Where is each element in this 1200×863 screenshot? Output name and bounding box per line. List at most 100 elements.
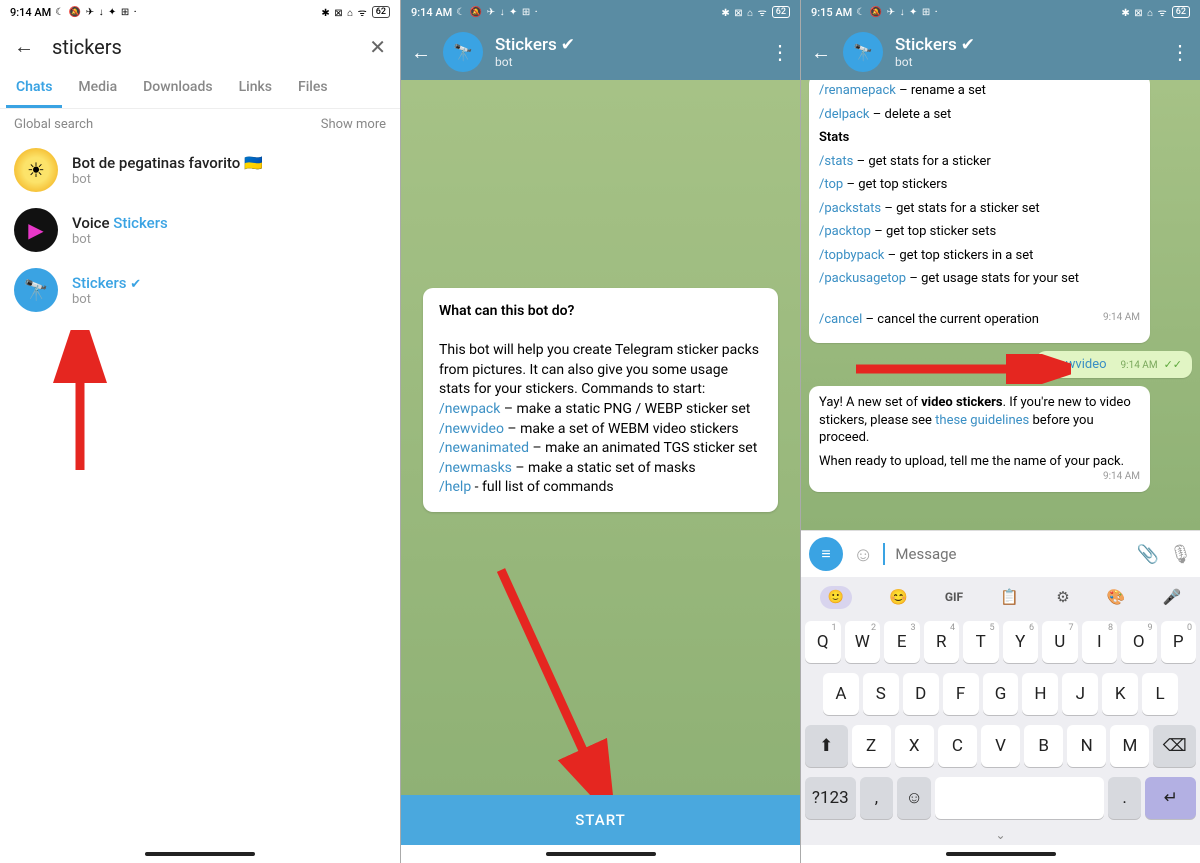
kbd-settings-icon[interactable]: ⚙ <box>1056 588 1069 606</box>
back-icon[interactable]: ← <box>811 40 831 65</box>
avatar: ▶ <box>14 208 58 252</box>
tab-files[interactable]: Files <box>288 69 338 108</box>
kbd-stickers-icon[interactable]: 🙂 <box>820 586 852 609</box>
keyboard: 🙂 😊 GIF 📋 ⚙ 🎨 🎤 Q1W2E3R4T5Y6U7I8O9P0 ASD… <box>801 577 1200 845</box>
key-enter[interactable]: ↵ <box>1145 777 1196 819</box>
tab-media[interactable]: Media <box>68 69 127 108</box>
key-s[interactable]: S <box>863 673 899 715</box>
key-g[interactable]: G <box>983 673 1019 715</box>
more-icon[interactable]: ⋮ <box>1170 40 1190 64</box>
guidelines-link[interactable]: these guidelines <box>935 413 1029 428</box>
key-b[interactable]: B <box>1024 725 1063 767</box>
cmd-link[interactable]: /renamepack <box>819 83 896 98</box>
nav-bar[interactable] <box>401 845 800 863</box>
start-button[interactable]: START <box>401 795 800 845</box>
key-w[interactable]: W2 <box>845 621 881 663</box>
key-n[interactable]: N <box>1067 725 1106 767</box>
menu-button[interactable]: ≡ <box>809 537 843 571</box>
search-result[interactable]: ▶ Voice Stickers bot <box>0 200 400 260</box>
status-icons-left: ☾ 🔕 ✈ ↓ ✦ ⊞ · <box>856 7 938 18</box>
key-e[interactable]: E3 <box>884 621 920 663</box>
cmd-link[interactable]: /packtop <box>819 224 871 239</box>
tab-links[interactable]: Links <box>229 69 282 108</box>
avatar[interactable]: 🔭 <box>843 32 883 72</box>
verified-icon: ✔ <box>130 277 141 292</box>
key-a[interactable]: A <box>823 673 859 715</box>
cmd-link[interactable]: /newpack <box>439 401 500 417</box>
key-y[interactable]: Y6 <box>1003 621 1039 663</box>
more-icon[interactable]: ⋮ <box>770 40 790 64</box>
result-name: Bot de pegatinas favorito 🇺🇦 <box>72 154 263 172</box>
back-icon[interactable]: ← <box>14 34 34 59</box>
avatar: 🔭 <box>14 268 58 312</box>
cmd-link[interactable]: /packstats <box>819 201 881 216</box>
message-incoming[interactable]: Yay! A new set of video stickers. If you… <box>809 386 1150 492</box>
key-p[interactable]: P0 <box>1161 621 1197 663</box>
clock: 9:15 AM <box>811 6 852 19</box>
message-outgoing[interactable]: /newvideo 9:14 AM ✓✓ <box>1036 351 1192 378</box>
key-c[interactable]: C <box>938 725 977 767</box>
kbd-gif-icon[interactable]: GIF <box>945 590 963 604</box>
nav-bar[interactable] <box>0 845 400 863</box>
key-q[interactable]: Q1 <box>805 621 841 663</box>
key-h[interactable]: H <box>1022 673 1058 715</box>
key-emoji[interactable]: ☺ <box>897 777 931 819</box>
cmd-link[interactable]: /packusagetop <box>819 271 906 286</box>
tab-downloads[interactable]: Downloads <box>133 69 222 108</box>
avatar[interactable]: 🔭 <box>443 32 483 72</box>
keyboard-collapse-icon[interactable]: ⌄ <box>801 825 1200 845</box>
key-u[interactable]: U7 <box>1042 621 1078 663</box>
key-space[interactable] <box>935 777 1104 819</box>
chat-body[interactable]: /renamepack – rename a set /delpack – de… <box>801 80 1200 530</box>
cmd-link[interactable]: /top <box>819 177 843 192</box>
cmd-link[interactable]: /delpack <box>819 107 870 122</box>
clear-icon[interactable]: ✕ <box>369 35 386 59</box>
key-comma[interactable]: , <box>860 777 894 819</box>
key-k[interactable]: K <box>1102 673 1138 715</box>
emoji-icon[interactable]: ☺ <box>853 542 873 567</box>
key-symbols[interactable]: ?123 <box>805 777 856 819</box>
key-shift[interactable]: ⬆ <box>805 725 848 767</box>
cmd-link[interactable]: /help <box>439 479 471 495</box>
search-input[interactable] <box>52 35 351 59</box>
key-v[interactable]: V <box>981 725 1020 767</box>
attach-icon[interactable]: 📎 <box>1137 544 1159 565</box>
message-input[interactable] <box>895 545 1126 563</box>
chat-title-block[interactable]: Stickers ✔ bot <box>495 35 758 69</box>
key-z[interactable]: Z <box>852 725 891 767</box>
nav-bar[interactable] <box>801 845 1200 863</box>
mic-icon[interactable]: 🎙 <box>1169 544 1192 565</box>
cmd-link[interactable]: /cancel <box>819 312 862 327</box>
cmd-link[interactable]: /newvideo <box>439 421 504 437</box>
back-icon[interactable]: ← <box>411 40 431 65</box>
kbd-sticker-icon[interactable]: 😊 <box>889 588 908 606</box>
cmd-link[interactable]: /newvideo <box>1046 357 1106 372</box>
tab-chats[interactable]: Chats <box>6 69 62 108</box>
cmd-link[interactable]: /newanimated <box>439 440 529 456</box>
key-d[interactable]: D <box>903 673 939 715</box>
search-result[interactable]: ☀ Bot de pegatinas favorito 🇺🇦 bot <box>0 140 400 200</box>
key-i[interactable]: I8 <box>1082 621 1118 663</box>
chat-title-block[interactable]: Stickers ✔ bot <box>895 35 1158 69</box>
key-x[interactable]: X <box>895 725 934 767</box>
key-o[interactable]: O9 <box>1121 621 1157 663</box>
cmd-link[interactable]: /newmasks <box>439 460 512 476</box>
status-bar: 9:15 AM ☾ 🔕 ✈ ↓ ✦ ⊞ · ✱ ⊠ ⌂ ᯤ 62 <box>801 0 1200 24</box>
intro-title: What can this bot do? <box>439 303 574 319</box>
kbd-theme-icon[interactable]: 🎨 <box>1107 588 1126 606</box>
key-f[interactable]: F <box>943 673 979 715</box>
search-result-stickers-bot[interactable]: 🔭 Stickers ✔ bot <box>0 260 400 320</box>
cmd-link[interactable]: /stats <box>819 154 853 169</box>
key-period[interactable]: . <box>1108 777 1142 819</box>
kbd-voice-icon[interactable]: 🎤 <box>1163 588 1182 606</box>
show-more-link[interactable]: Show more <box>321 117 386 132</box>
key-backspace[interactable]: ⌫ <box>1153 725 1196 767</box>
key-t[interactable]: T5 <box>963 621 999 663</box>
key-r[interactable]: R4 <box>924 621 960 663</box>
message-incoming[interactable]: /renamepack – rename a set /delpack – de… <box>809 80 1150 343</box>
kbd-clipboard-icon[interactable]: 📋 <box>1000 588 1019 606</box>
key-m[interactable]: M <box>1110 725 1149 767</box>
key-j[interactable]: J <box>1062 673 1098 715</box>
key-l[interactable]: L <box>1142 673 1178 715</box>
cmd-link[interactable]: /topbypack <box>819 248 884 263</box>
